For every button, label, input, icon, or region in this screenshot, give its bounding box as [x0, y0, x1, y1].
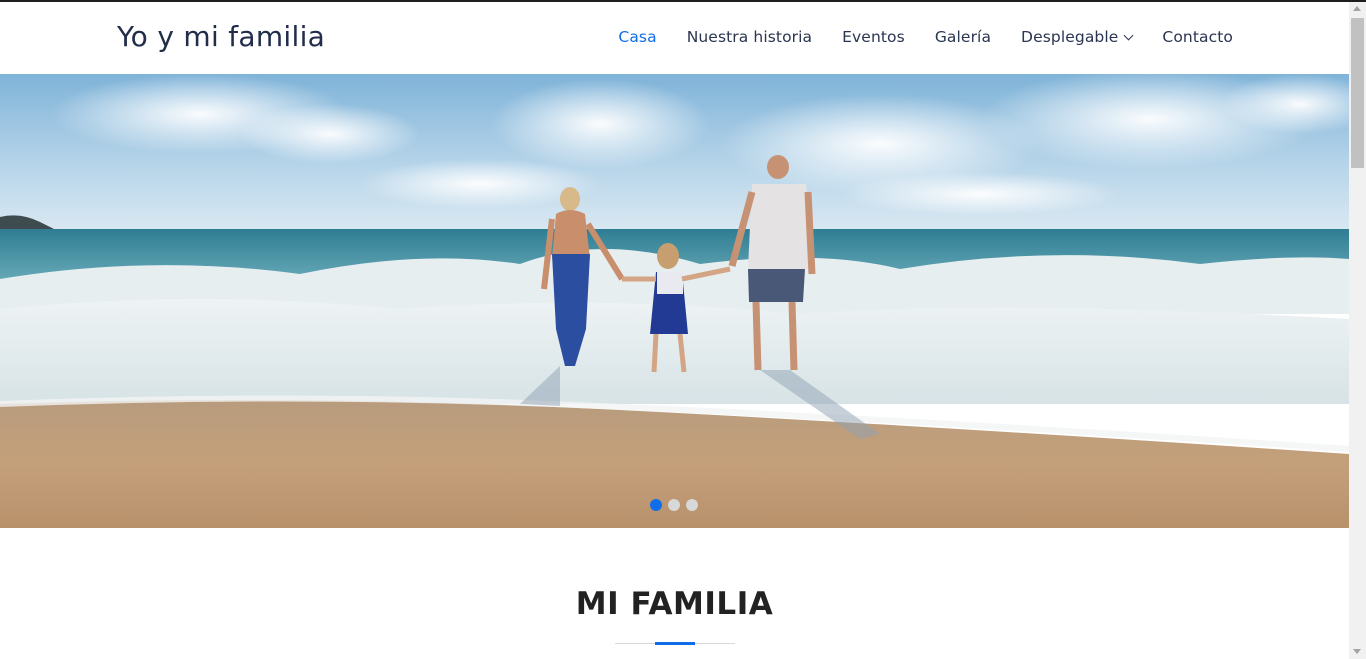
page: Yo y mi familia Casa Nuestra historia Ev… [0, 2, 1349, 659]
nav-item-label: Nuestra historia [686, 28, 813, 46]
nav-item-label: Eventos [842, 28, 905, 46]
site-header: Yo y mi familia Casa Nuestra historia Ev… [0, 2, 1349, 74]
nav-item-desplegable[interactable]: Desplegable [1021, 28, 1134, 46]
nav-item-label: Casa [618, 28, 657, 46]
carousel-indicators [650, 499, 698, 511]
scroll-down-arrow-icon[interactable] [1353, 649, 1361, 654]
nav-item-eventos[interactable]: Eventos [842, 28, 905, 46]
scroll-up-arrow-icon[interactable] [1353, 6, 1361, 11]
nav-item-casa[interactable]: Casa [618, 28, 656, 46]
carousel-dot-3[interactable] [686, 499, 698, 511]
nav-item-galeria[interactable]: Galería [935, 28, 991, 46]
title-divider-accent [655, 642, 695, 645]
carousel-dot-1[interactable] [650, 499, 662, 511]
nav-item-label: Contacto [1162, 28, 1233, 46]
carousel-dot-2[interactable] [668, 499, 680, 511]
chevron-down-icon [1123, 30, 1134, 40]
scrollbar-thumb[interactable] [1351, 18, 1364, 168]
nav-item-contacto[interactable]: Contacto [1162, 28, 1233, 46]
hero-carousel [0, 74, 1349, 528]
nav-item-label: Galería [934, 28, 992, 46]
hero-image [0, 74, 1349, 528]
vertical-scrollbar[interactable] [1349, 2, 1366, 659]
main-nav: Casa Nuestra historia Eventos Galería De… [588, 28, 1233, 46]
site-logo[interactable]: Yo y mi familia [117, 20, 325, 53]
nav-item-nuestra-historia[interactable]: Nuestra historia [687, 28, 812, 46]
nav-item-label: Desplegable [1021, 28, 1119, 46]
section-title: MI FAMILIA [575, 586, 774, 622]
